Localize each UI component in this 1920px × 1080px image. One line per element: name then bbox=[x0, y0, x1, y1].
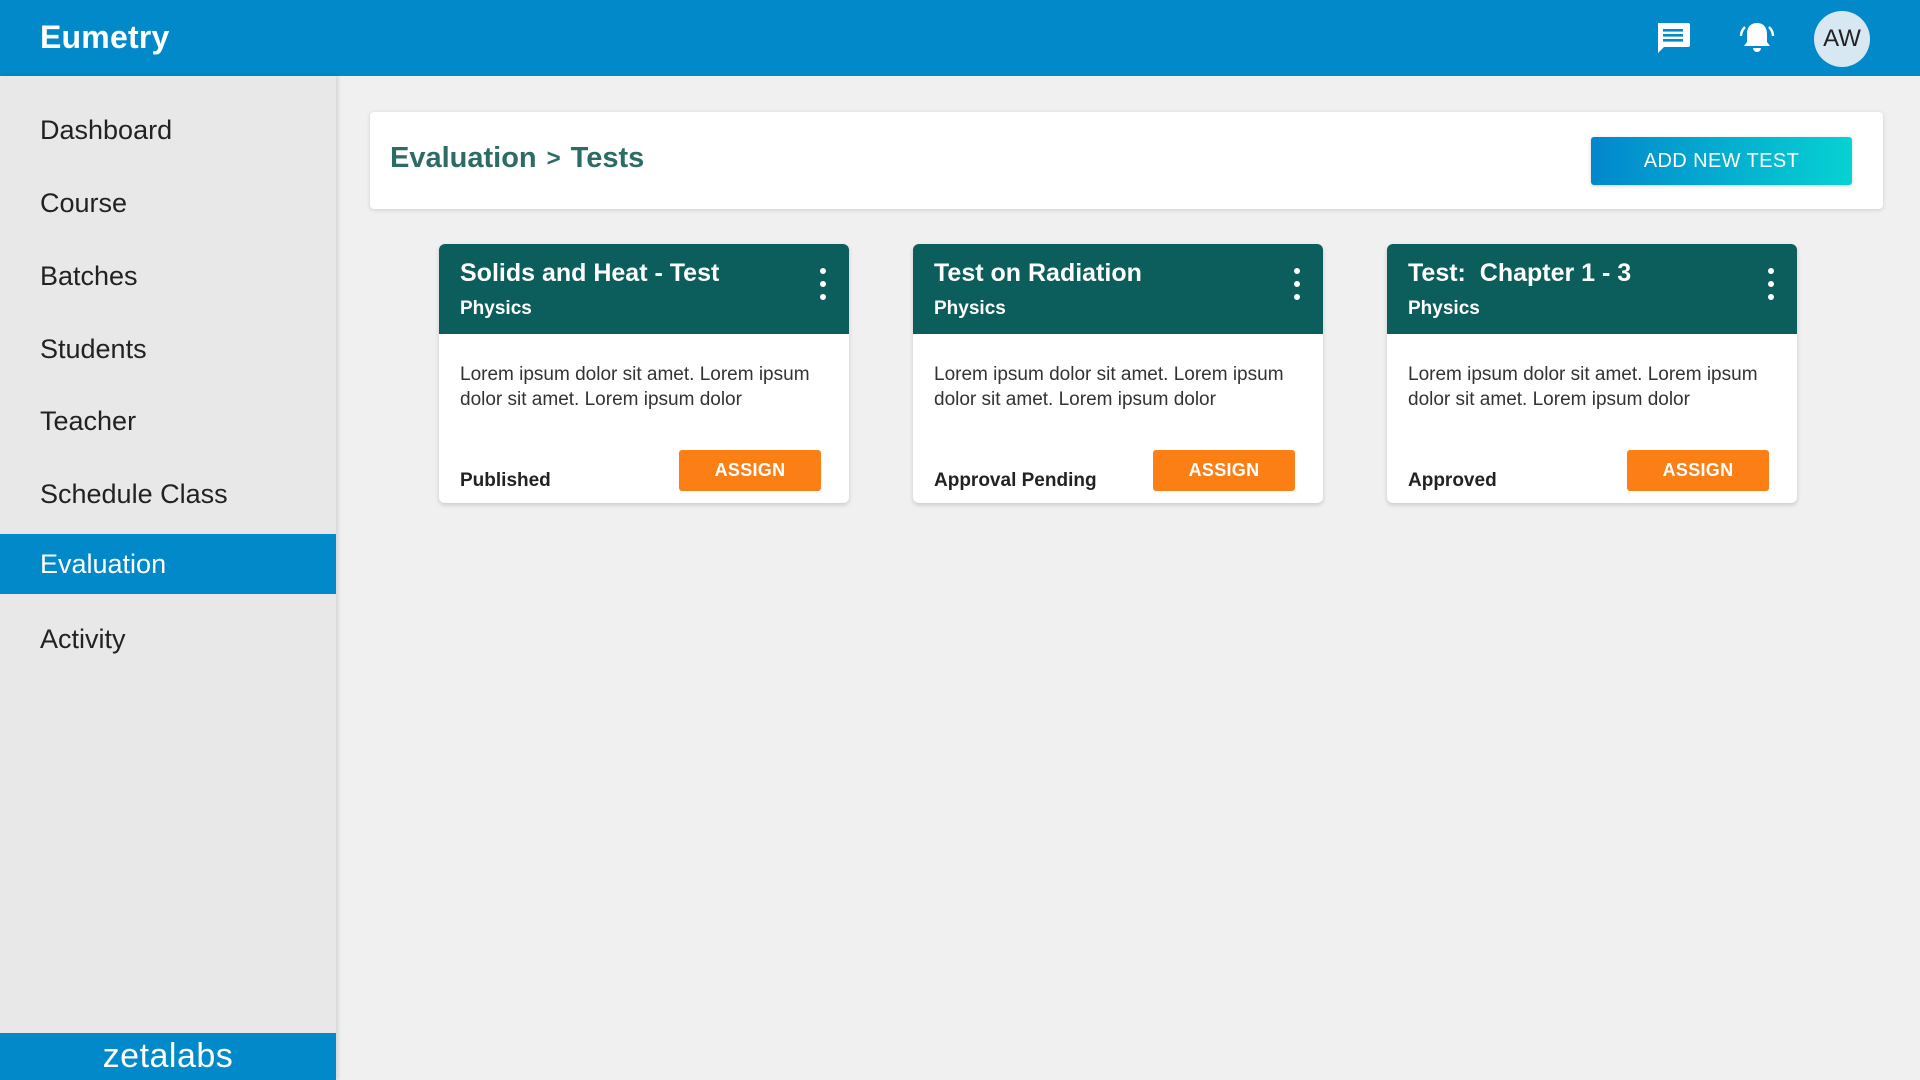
assign-button[interactable]: ASSIGN bbox=[679, 450, 821, 491]
sidebar-item-students[interactable]: Students bbox=[0, 319, 336, 379]
page-header-card: Evaluation > Tests ADD NEW TEST bbox=[370, 112, 1883, 209]
more-vert-icon[interactable] bbox=[1764, 268, 1778, 300]
test-card-header: Test on Radiation Physics bbox=[913, 244, 1323, 334]
test-card-subject: Physics bbox=[460, 298, 532, 319]
sidebar-item-course[interactable]: Course bbox=[0, 173, 336, 233]
assign-button[interactable]: ASSIGN bbox=[1153, 450, 1295, 491]
sidebar-item-dashboard[interactable]: Dashboard bbox=[0, 100, 336, 160]
test-card-description: Lorem ipsum dolor sit amet. Lorem ipsum … bbox=[1408, 364, 1758, 410]
test-card[interactable]: Test: Chapter 1 - 3 Physics Lorem ipsum … bbox=[1387, 244, 1797, 503]
test-card-status: Approval Pending bbox=[934, 470, 1097, 491]
user-avatar[interactable]: AW bbox=[1814, 11, 1870, 67]
breadcrumb-separator: > bbox=[546, 144, 561, 172]
sidebar-item-activity[interactable]: Activity bbox=[0, 609, 336, 669]
test-card-header: Test: Chapter 1 - 3 Physics bbox=[1387, 244, 1797, 334]
more-vert-icon[interactable] bbox=[816, 268, 830, 300]
app-title[interactable]: Eumetry bbox=[40, 19, 169, 56]
sidebar-item-evaluation[interactable]: Evaluation bbox=[0, 534, 336, 594]
test-card-description: Lorem ipsum dolor sit amet. Lorem ipsum … bbox=[460, 364, 810, 410]
add-new-test-button[interactable]: ADD NEW TEST bbox=[1591, 137, 1852, 185]
chat-icon[interactable] bbox=[1653, 18, 1693, 58]
assign-button[interactable]: ASSIGN bbox=[1627, 450, 1769, 491]
sidebar-item-schedule-class[interactable]: Schedule Class bbox=[0, 464, 336, 524]
test-card-title: Test: Chapter 1 - 3 bbox=[1408, 259, 1632, 287]
test-card-description: Lorem ipsum dolor sit amet. Lorem ipsum … bbox=[934, 364, 1284, 410]
test-card-title: Test on Radiation bbox=[934, 259, 1142, 287]
test-card-status: Approved bbox=[1408, 470, 1497, 491]
sidebar-item-batches[interactable]: Batches bbox=[0, 246, 336, 306]
test-card-status: Published bbox=[460, 470, 551, 491]
bell-icon[interactable] bbox=[1737, 18, 1777, 58]
test-card-subject: Physics bbox=[934, 298, 1006, 319]
breadcrumb-parent[interactable]: Evaluation bbox=[390, 142, 537, 175]
test-card[interactable]: Test on Radiation Physics Lorem ipsum do… bbox=[913, 244, 1323, 503]
sidebar: Dashboard Course Batches Students Teache… bbox=[0, 76, 336, 1080]
test-card-header: Solids and Heat - Test Physics bbox=[439, 244, 849, 334]
top-app-bar: Eumetry AW bbox=[0, 0, 1920, 76]
breadcrumb-current: Tests bbox=[570, 142, 645, 174]
test-card-subject: Physics bbox=[1408, 298, 1480, 319]
test-card-title: Solids and Heat - Test bbox=[460, 259, 720, 287]
footer-logo-text: zetalabs bbox=[102, 1037, 234, 1075]
zetalabs-logo: zetalabs bbox=[0, 1033, 336, 1080]
more-vert-icon[interactable] bbox=[1290, 268, 1304, 300]
sidebar-item-teacher[interactable]: Teacher bbox=[0, 391, 336, 451]
breadcrumb: Evaluation > Tests bbox=[390, 142, 644, 175]
test-card[interactable]: Solids and Heat - Test Physics Lorem ips… bbox=[439, 244, 849, 503]
